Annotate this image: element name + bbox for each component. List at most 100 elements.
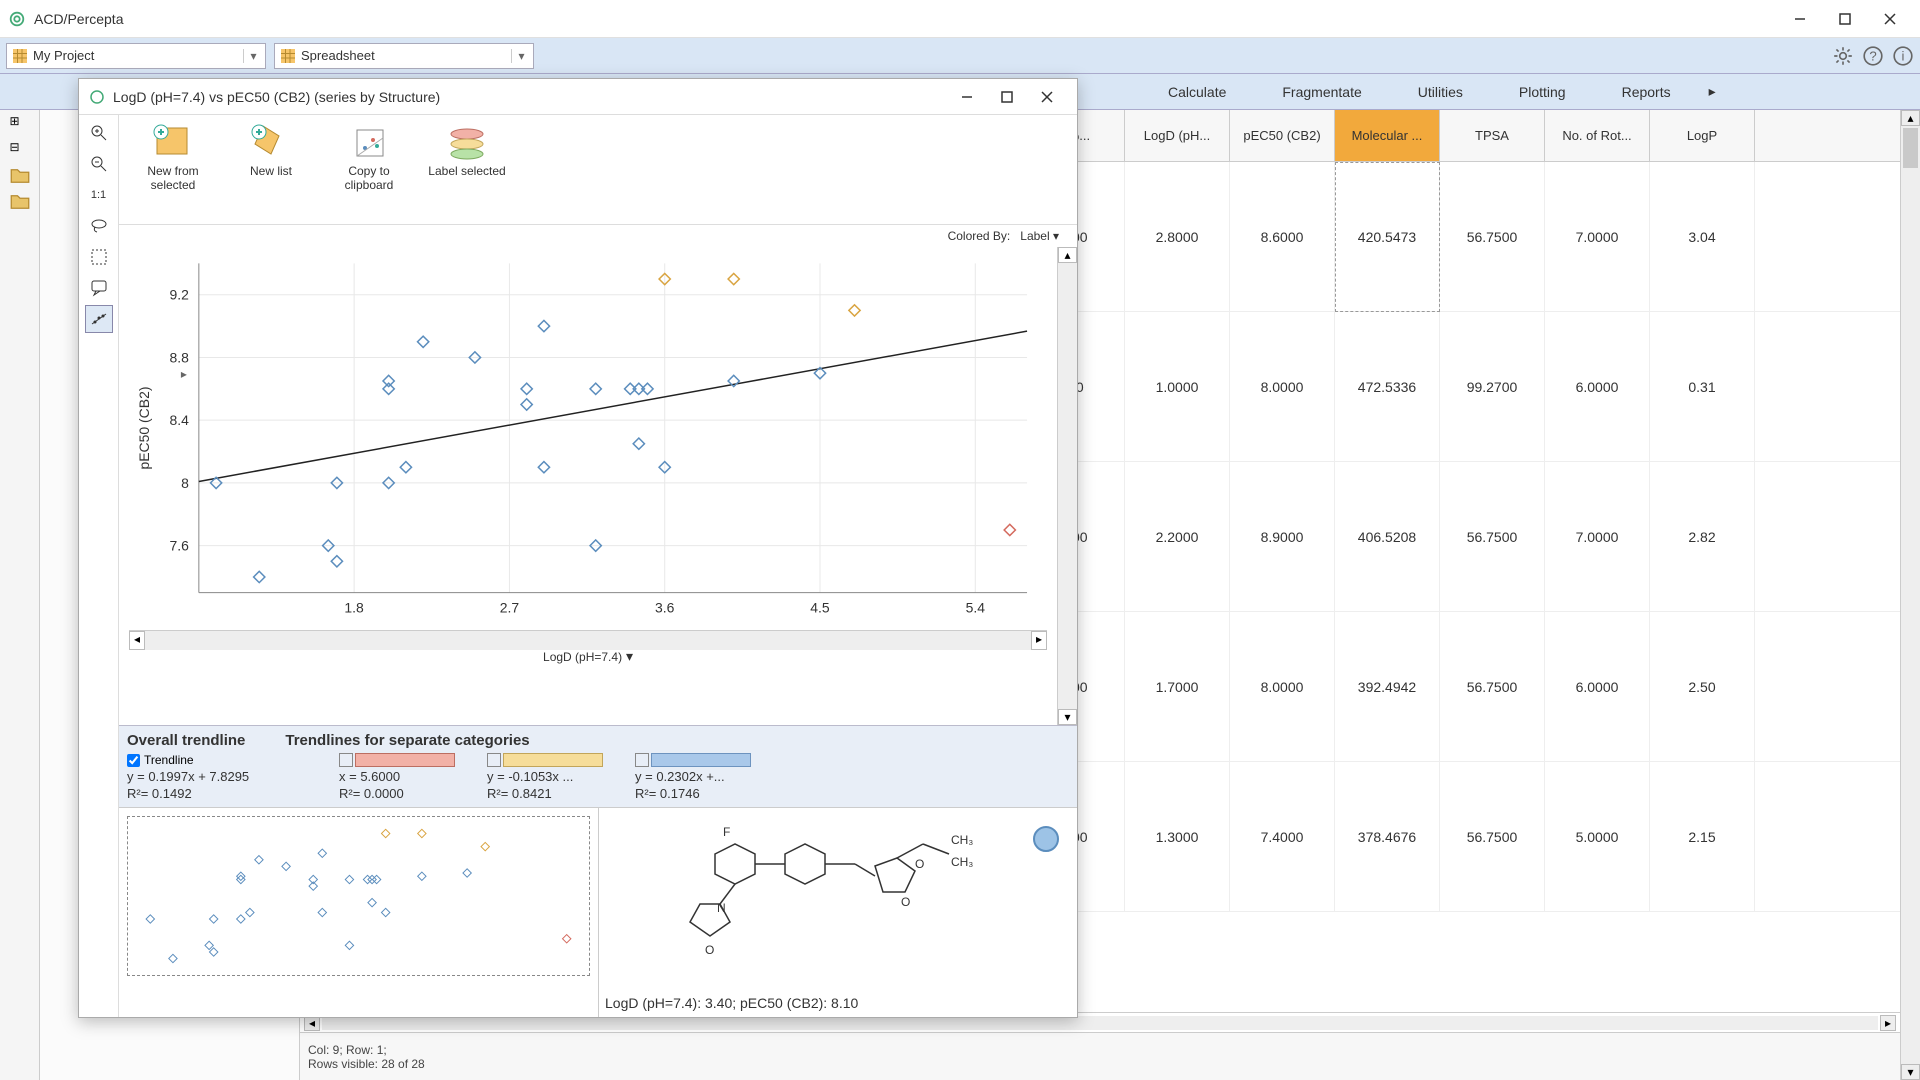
table-cell[interactable]: 7.0000 — [1545, 162, 1650, 311]
svg-text:i: i — [1902, 48, 1905, 63]
menu-utilities[interactable]: Utilities — [1390, 74, 1491, 109]
spreadsheet-dropdown[interactable]: Spreadsheet ▾ — [274, 43, 534, 69]
rect-select-icon[interactable] — [85, 243, 113, 271]
chart-vertical-scrollbar[interactable]: ▴ ▾ — [1057, 247, 1077, 725]
colored-by-dropdown[interactable]: Label ▾ — [1020, 229, 1059, 243]
svg-text:CH₃: CH₃ — [951, 855, 973, 869]
info-icon[interactable]: i — [1892, 45, 1914, 67]
svg-text:O: O — [915, 857, 924, 871]
scatter-chart[interactable]: 1.82.73.64.55.47.688.48.89.2pEC50 (CB2)▸… — [119, 247, 1057, 725]
table-cell[interactable]: 1.0000 — [1125, 312, 1230, 461]
table-cell[interactable]: 56.7500 — [1440, 162, 1545, 311]
toolbar: My Project ▾ Spreadsheet ▾ ? i — [0, 38, 1920, 74]
trendline-icon[interactable] — [85, 305, 113, 333]
table-cell[interactable]: 6.0000 — [1545, 612, 1650, 761]
column-header[interactable]: No. of Rot... — [1545, 110, 1650, 161]
table-cell[interactable]: 6.0000 — [1545, 312, 1650, 461]
column-header[interactable]: pEC50 (CB2) — [1230, 110, 1335, 161]
red-r2: R²= 0.0000 — [339, 786, 455, 801]
minimize-button[interactable] — [947, 83, 987, 111]
callout-icon[interactable] — [85, 274, 113, 302]
lasso-icon[interactable] — [85, 212, 113, 240]
table-cell[interactable]: 8.9000 — [1230, 462, 1335, 611]
svg-text:O: O — [901, 895, 910, 909]
table-cell[interactable]: 5.0000 — [1545, 762, 1650, 911]
close-button[interactable] — [1867, 4, 1912, 34]
svg-text:5.4: 5.4 — [966, 600, 986, 616]
blue-equation: y = 0.2302x +... — [635, 769, 751, 784]
zoom-in-icon[interactable] — [85, 119, 113, 147]
table-cell[interactable]: 472.5336 — [1335, 312, 1440, 461]
menu-reports[interactable]: Reports — [1594, 74, 1699, 109]
tree-expand-icon[interactable]: ⊞ — [10, 114, 30, 134]
scroll-down-icon[interactable]: ▾ — [1901, 1064, 1920, 1080]
scroll-right-icon[interactable]: ▸ — [1880, 1015, 1896, 1031]
table-cell[interactable]: 56.7500 — [1440, 462, 1545, 611]
zoom-out-icon[interactable] — [85, 150, 113, 178]
menu-plotting[interactable]: Plotting — [1491, 74, 1594, 109]
column-header[interactable]: TPSA — [1440, 110, 1545, 161]
overall-r2: R²= 0.1492 — [127, 786, 307, 801]
settings-icon[interactable] — [1832, 45, 1854, 67]
overview-chart[interactable] — [119, 808, 599, 1017]
column-header[interactable]: LogP — [1650, 110, 1755, 161]
table-cell[interactable]: 56.7500 — [1440, 762, 1545, 911]
plot-window-titlebar[interactable]: LogD (pH=7.4) vs pEC50 (CB2) (series by … — [79, 79, 1077, 115]
table-cell[interactable]: 7.4000 — [1230, 762, 1335, 911]
table-cell[interactable]: 2.50 — [1650, 612, 1755, 761]
svg-text:7.6: 7.6 — [169, 538, 189, 554]
table-cell[interactable]: 420.5473 — [1335, 162, 1440, 311]
table-cell[interactable]: 8.0000 — [1230, 612, 1335, 761]
help-icon[interactable]: ? — [1862, 45, 1884, 67]
svg-text:F: F — [723, 825, 730, 839]
maximize-button[interactable] — [1822, 4, 1867, 34]
table-cell[interactable]: 8.0000 — [1230, 312, 1335, 461]
folder-icon[interactable] — [10, 192, 30, 212]
table-cell[interactable]: 2.15 — [1650, 762, 1755, 911]
minimize-button[interactable] — [1777, 4, 1822, 34]
column-header-selected[interactable]: Molecular ... — [1335, 110, 1440, 161]
colored-by-label: Colored By: — [948, 229, 1011, 243]
table-cell[interactable]: 2.2000 — [1125, 462, 1230, 611]
maximize-button[interactable] — [987, 83, 1027, 111]
table-cell[interactable]: 392.4942 — [1335, 612, 1440, 761]
copy-to-clipboard-button[interactable]: Copy to clipboard — [325, 121, 413, 193]
svg-text:8: 8 — [181, 475, 189, 491]
table-cell[interactable]: 7.0000 — [1545, 462, 1650, 611]
trendline-checkbox[interactable]: Trendline — [127, 753, 307, 767]
project-dropdown[interactable]: My Project ▾ — [6, 43, 266, 69]
vertical-scrollbar[interactable]: ▴ ▾ — [1900, 110, 1920, 1080]
column-header[interactable]: LogD (pH... — [1125, 110, 1230, 161]
table-cell[interactable]: 406.5208 — [1335, 462, 1440, 611]
scroll-up-icon[interactable]: ▴ — [1901, 110, 1920, 126]
menu-fragmentate[interactable]: Fragmentate — [1254, 74, 1389, 109]
table-cell[interactable]: 56.7500 — [1440, 612, 1545, 761]
table-cell[interactable]: 1.3000 — [1125, 762, 1230, 911]
table-cell[interactable]: 0.31 — [1650, 312, 1755, 461]
svg-text:3.6: 3.6 — [655, 600, 675, 616]
new-from-selected-button[interactable]: New from selected — [129, 121, 217, 193]
molecule-structure-icon: F O O CH₃ CH₃ — [605, 814, 1025, 984]
table-cell[interactable]: 3.04 — [1650, 162, 1755, 311]
app-logo-icon — [8, 10, 26, 28]
structure-caption: LogD (pH=7.4): 3.40; pEC50 (CB2): 8.10 — [605, 995, 858, 1011]
yellow-swatch-checkbox[interactable] — [487, 753, 501, 767]
table-cell[interactable]: 99.2700 — [1440, 312, 1545, 461]
table-cell[interactable]: 8.6000 — [1230, 162, 1335, 311]
menu-calculate[interactable]: Calculate — [1140, 74, 1254, 109]
red-swatch-checkbox[interactable] — [339, 753, 353, 767]
folder-icon[interactable] — [10, 166, 30, 186]
label-selected-button[interactable]: Label selected — [423, 121, 511, 179]
tree-collapse-icon[interactable]: ⊟ — [10, 140, 30, 160]
blue-swatch-checkbox[interactable] — [635, 753, 649, 767]
app-logo-icon — [89, 89, 105, 105]
menu-more[interactable]: ▸ — [1699, 74, 1726, 109]
zoom-fit-button[interactable]: 1:1 — [85, 181, 113, 209]
table-cell[interactable]: 2.8000 — [1125, 162, 1230, 311]
table-cell[interactable]: 2.82 — [1650, 462, 1755, 611]
chart-horizontal-scrollbar[interactable]: ◂ ▸ — [129, 630, 1047, 650]
table-cell[interactable]: 1.7000 — [1125, 612, 1230, 761]
new-list-button[interactable]: New list — [227, 121, 315, 179]
table-cell[interactable]: 378.4676 — [1335, 762, 1440, 911]
close-button[interactable] — [1027, 83, 1067, 111]
